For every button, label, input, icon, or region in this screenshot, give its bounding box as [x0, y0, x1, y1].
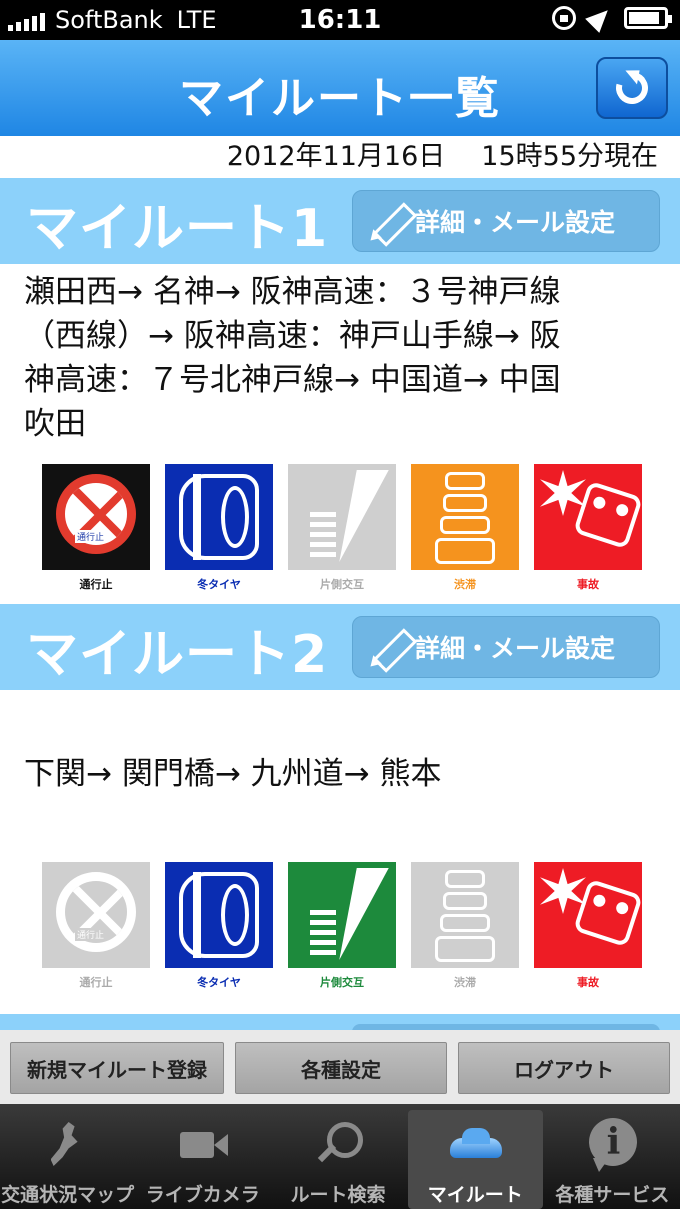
tab-route-search[interactable]: ルート検索: [270, 1104, 405, 1209]
route-header: マイルート2 詳細・メール設定: [0, 604, 680, 690]
japan-map-icon: [33, 1116, 103, 1176]
tab-services[interactable]: 各種サービス: [545, 1104, 680, 1209]
status-accident: 事故: [534, 862, 642, 989]
status-label: 事故: [577, 578, 599, 591]
update-date: 2012年11月16日: [226, 141, 446, 172]
page-title: マイルート一覧: [179, 73, 501, 124]
route-title: マイルート2: [26, 625, 329, 685]
car-icon: [440, 1116, 510, 1176]
status-closed: 通行止 通行止: [42, 862, 150, 989]
tab-label: マイルート: [427, 1184, 523, 1206]
alternating-traffic-icon: [288, 464, 396, 570]
route-header: マイルート1 詳細・メール設定: [0, 178, 680, 264]
battery-icon: [624, 7, 672, 29]
status-congestion: 渋滞: [411, 464, 519, 591]
status-bar: SoftBank LTE 16:11: [0, 0, 680, 40]
status-alternating: 片側交互: [288, 464, 396, 591]
route-path-line: 下関→ 関門橋→ 九州道→ 熊本: [24, 756, 442, 792]
status-label: 通行止: [79, 578, 113, 591]
detail-button-label: 詳細・メール設定: [415, 634, 616, 663]
route-path-line: （西線）→ 阪神高速：神戸山手線→ 阪: [24, 318, 561, 354]
status-label: 事故: [577, 976, 599, 989]
status-closed: 通行止 通行止: [42, 464, 150, 591]
status-label: 片側交互: [320, 578, 364, 591]
register-route-button[interactable]: 新規マイルート登録: [10, 1042, 224, 1094]
tab-label: 交通状況マップ: [1, 1184, 135, 1206]
congestion-icon: [411, 464, 519, 570]
route-path-line: 瀬田西→ 名神→ 阪神高速：３号神戸線: [24, 274, 561, 310]
logout-button[interactable]: ログアウト: [458, 1042, 670, 1094]
route-title: マイルート1: [26, 199, 329, 259]
pencil-icon: [365, 627, 409, 667]
status-icons: 通行止 通行止 冬タイヤ 片側交互 渋滞 事故: [0, 862, 680, 989]
route-section-2: マイルート2 詳細・メール設定 下関→ 関門橋→ 九州道→ 熊本 通行止 通行止…: [0, 604, 680, 989]
update-time: 15時55分現在: [481, 141, 658, 172]
magnifier-icon: [303, 1116, 373, 1176]
status-label: 冬タイヤ: [197, 976, 241, 989]
accident-icon: [534, 862, 642, 968]
status-winter-tire: 冬タイヤ: [165, 862, 273, 989]
settings-button[interactable]: 各種設定: [235, 1042, 447, 1094]
road-closed-icon: 通行止: [42, 464, 150, 570]
route-path: 瀬田西→ 名神→ 阪神高速：３号神戸線 （西線）→ 阪神高速：神戸山手線→ 阪 …: [0, 270, 680, 456]
status-icons: 通行止 通行止 冬タイヤ 片側交互 渋滞 事故: [0, 464, 680, 591]
tab-traffic-map[interactable]: 交通状況マップ: [0, 1104, 135, 1209]
video-camera-icon: [168, 1116, 238, 1176]
status-label: 通行止: [79, 976, 113, 989]
winter-tire-icon: [165, 464, 273, 570]
sign-text: 通行止: [75, 928, 107, 941]
pencil-icon: [365, 201, 409, 241]
status-congestion: 渋滞: [411, 862, 519, 989]
road-closed-icon: 通行止: [42, 862, 150, 968]
tab-live-camera[interactable]: ライブカメラ: [135, 1104, 270, 1209]
status-label: 冬タイヤ: [197, 578, 241, 591]
location-icon: [585, 3, 615, 33]
status-accident: 事故: [534, 464, 642, 591]
navigation-bar: マイルート一覧: [0, 40, 680, 136]
info-icon: [577, 1116, 647, 1176]
accident-icon: [534, 464, 642, 570]
sign-text: 通行止: [75, 530, 107, 543]
detail-mail-settings-button[interactable]: 詳細・メール設定: [352, 616, 660, 678]
detail-mail-settings-button[interactable]: 詳細・メール設定: [352, 190, 660, 252]
alternating-traffic-icon: [288, 862, 396, 968]
refresh-icon: [610, 66, 654, 110]
status-label: 片側交互: [320, 976, 364, 989]
tab-bar: 交通状況マップ ライブカメラ ルート検索 マイルート 各種サービス: [0, 1104, 680, 1209]
status-label: 渋滞: [454, 578, 476, 591]
route-section-1: マイルート1 詳細・メール設定 瀬田西→ 名神→ 阪神高速：３号神戸線 （西線）…: [0, 178, 680, 591]
tab-label: ライブカメラ: [145, 1184, 260, 1206]
tab-label: ルート検索: [290, 1184, 386, 1206]
rotation-lock-icon: [552, 6, 576, 30]
route-path-line: 吹田: [24, 406, 86, 442]
status-alternating: 片側交互: [288, 862, 396, 989]
detail-button-label: 詳細・メール設定: [415, 208, 616, 237]
route-path-line: 神高速：７号北神戸線→ 中国道→ 中国: [24, 362, 561, 398]
refresh-button[interactable]: [596, 57, 668, 119]
status-winter-tire: 冬タイヤ: [165, 464, 273, 591]
route-path: 下関→ 関門橋→ 九州道→ 熊本: [0, 752, 680, 862]
winter-tire-icon: [165, 862, 273, 968]
tab-my-route[interactable]: マイルート: [407, 1110, 543, 1209]
action-bar: 新規マイルート登録 各種設定 ログアウト: [0, 1030, 680, 1104]
update-timestamp: 2012年11月16日 15時55分現在: [0, 136, 680, 178]
tab-label: 各種サービス: [555, 1184, 670, 1206]
congestion-icon: [411, 862, 519, 968]
status-label: 渋滞: [454, 976, 476, 989]
